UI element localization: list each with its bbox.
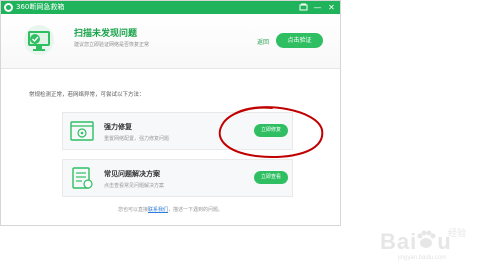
minimize-button[interactable]: — — [312, 2, 323, 13]
app-title: 360断网急救箱 — [16, 3, 65, 11]
monitor-check-icon — [24, 25, 54, 55]
document-list-icon — [72, 167, 93, 189]
hint-text: 常规检测正常，若网络异常，可尝试以下方法： — [29, 92, 145, 98]
repair-now-button[interactable]: 立即修复 — [254, 124, 288, 137]
watermark-side-text: 经验 — [448, 229, 467, 239]
return-link[interactable]: 返回 — [257, 37, 269, 46]
footer-suffix: ，描述一下遇到的问题。 — [168, 207, 224, 213]
card-description: 点击查看常见问题解决方案 — [104, 183, 165, 189]
result-title: 扫描未发现问题 — [74, 29, 138, 39]
card-force-repair: 强力修复 重置网络配置，强力修复问题 立即修复 — [62, 112, 293, 150]
view-now-button[interactable]: 立即查看 — [254, 171, 288, 184]
baidu-watermark: Bai u 经验 jingyan.baidu.com — [366, 219, 478, 267]
footer-prefix: 您也可以直接 — [117, 207, 148, 213]
app-logo-icon — [4, 3, 13, 12]
browser-repair-icon — [70, 121, 94, 141]
card-description: 重置网络配置，强力修复问题 — [104, 136, 170, 142]
result-header: 扫描未发现问题 建议您立即验证网络是否恢复正常 返回 点击验证 — [1, 14, 340, 69]
contact-us-link[interactable]: 联系我们 — [148, 207, 168, 213]
result-subtitle: 建议您立即验证网络是否恢复正常 — [74, 42, 150, 48]
footer-text: 您也可以直接联系我们，描述一下遇到的问题。 — [1, 206, 340, 213]
card-common-solutions: 常见问题解决方案 点击查看常见问题解决方案 立即查看 — [62, 159, 293, 197]
skin-icon[interactable] — [298, 2, 309, 13]
close-button[interactable]: ✕ — [326, 2, 337, 13]
app-window: 360断网急救箱 — ✕ 扫描未发现问题 建议您立即验证网络是否恢复正常 返回 … — [0, 0, 341, 226]
watermark-url: jingyan.baidu.com — [398, 255, 447, 261]
card-title: 强力修复 — [104, 123, 132, 131]
title-bar[interactable]: 360断网急救箱 — ✕ — [1, 1, 340, 14]
card-title: 常见问题解决方案 — [104, 170, 160, 178]
verify-button[interactable]: 点击验证 — [276, 33, 323, 48]
paw-icon — [417, 230, 436, 248]
